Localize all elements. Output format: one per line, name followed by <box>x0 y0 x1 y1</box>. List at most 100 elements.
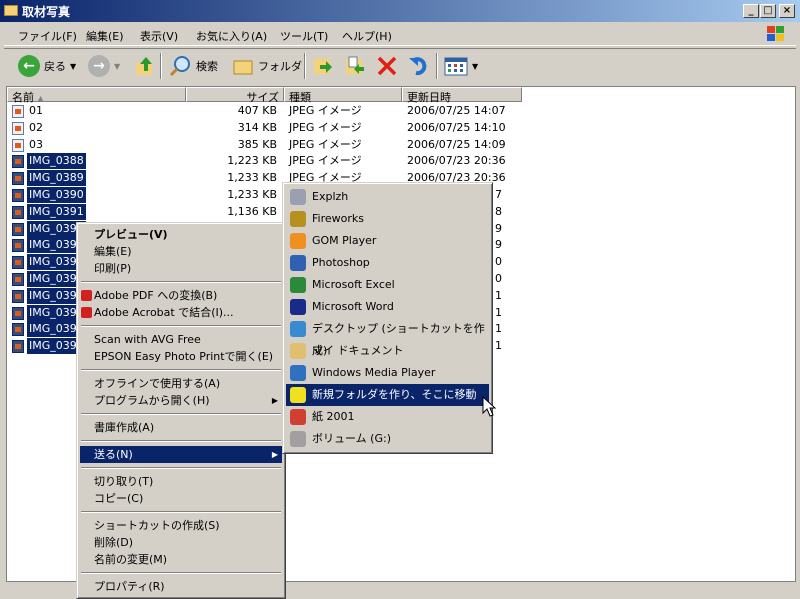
menu-5[interactable]: ヘルプ(H) <box>342 28 392 44</box>
file-date: 2006/07/25 14:09 <box>407 137 506 151</box>
context-menu-item[interactable]: プレビュー(V) <box>80 226 282 243</box>
context-menu-item[interactable]: プログラムから開く(H) ▶ <box>80 392 282 409</box>
send-to-item[interactable]: 新規フォルダを作り、そこに移動 <box>286 384 489 406</box>
context-menu-item[interactable]: コピー(C) <box>80 490 282 507</box>
views-button[interactable]: ▼ <box>444 53 478 79</box>
search-button[interactable]: 検索 <box>168 53 218 79</box>
menu-1[interactable]: 編集(E) <box>86 28 124 44</box>
send-to-item[interactable]: Windows Media Player <box>286 362 489 384</box>
search-icon <box>169 56 190 77</box>
menu-separator <box>81 413 281 415</box>
new-folder-icon <box>290 387 306 403</box>
up-folder-icon <box>136 57 152 75</box>
close-button[interactable]: × <box>779 4 795 18</box>
file-name: 03 <box>29 137 43 151</box>
send-to-item[interactable]: Photoshop <box>286 252 489 274</box>
folders-icon <box>233 60 253 75</box>
menu-separator <box>81 369 281 371</box>
drive-icon <box>290 431 306 447</box>
file-date-partial: 0 <box>495 255 502 269</box>
photoshop-icon <box>290 255 306 271</box>
send-to-item[interactable]: 紙 2001 <box>286 406 489 428</box>
jpeg-file-icon <box>12 239 24 253</box>
send-to-item[interactable]: Microsoft Excel <box>286 274 489 296</box>
file-row[interactable]: 02 314 KB JPEG イメージ 2006/07/25 14:10 <box>7 120 787 136</box>
minimize-button[interactable]: _ <box>743 4 759 18</box>
file-row[interactable]: IMG_0388 1,223 KB JPEG イメージ 2006/07/23 20:3… <box>7 153 787 170</box>
maximize-button[interactable]: □ <box>760 4 776 18</box>
context-menu: プレビュー(V) 編集(E) 印刷(P) Adobe PDF への変換(B) Adobe… <box>76 222 286 599</box>
context-menu-item[interactable]: Scan with AVG Free <box>80 331 282 348</box>
title-bar: 取材写真 <box>0 0 800 22</box>
file-row[interactable]: 03 385 KB JPEG イメージ 2006/07/25 14:09 <box>7 137 787 153</box>
forward-button[interactable]: → ▼ <box>88 53 120 79</box>
column-header-type[interactable]: 種類 <box>284 87 402 104</box>
context-menu-item[interactable]: 編集(E) <box>80 243 282 260</box>
media-player-icon <box>290 365 306 381</box>
menu-item-label: マイ ドキュメント <box>312 344 404 357</box>
menu-item-label: 印刷(P) <box>94 262 132 275</box>
menu-2[interactable]: 表示(V) <box>140 28 178 44</box>
menu-item-label: 紙 2001 <box>312 410 355 423</box>
menu-item-label: プログラムから開く(H) <box>94 394 210 407</box>
send-to-item[interactable]: Fireworks <box>286 208 489 230</box>
send-to-item[interactable]: マイ ドキュメント <box>286 340 489 362</box>
context-menu-item[interactable]: Adobe PDF への変換(B) <box>80 287 282 304</box>
back-button[interactable]: ← 戻る ▼ <box>18 53 76 79</box>
copy-to-button[interactable] <box>344 53 366 79</box>
context-menu-item[interactable]: 名前の変更(M) <box>80 551 282 568</box>
jpeg-file-icon <box>12 323 24 337</box>
context-menu-item[interactable]: 送る(N) ▶ <box>80 446 282 463</box>
context-menu-item[interactable]: 切り取り(T) <box>80 473 282 490</box>
mouse-cursor-icon <box>482 396 496 417</box>
folders-button[interactable]: フォルダ <box>232 53 302 79</box>
context-menu-item[interactable]: オフラインで使用する(A) <box>80 375 282 392</box>
my-documents-icon <box>290 343 306 359</box>
views-icon <box>444 57 468 76</box>
send-to-item[interactable]: ボリューム (G:) <box>286 428 489 450</box>
file-name: IMG_0388 <box>27 153 86 170</box>
send-to-item[interactable]: Microsoft Word <box>286 296 489 318</box>
move-to-button[interactable] <box>312 53 334 79</box>
toolbar-separator <box>304 53 306 79</box>
file-size: 385 KB <box>237 137 277 151</box>
context-menu-item[interactable]: 削除(D) <box>80 534 282 551</box>
toolbar-separator <box>160 53 162 79</box>
menu-item-label: 編集(E) <box>94 245 132 258</box>
file-date-partial: 1 <box>495 288 502 302</box>
jpeg-file-icon <box>12 205 24 219</box>
context-menu-item[interactable]: 書庫作成(A) <box>80 419 282 436</box>
up-folder-button[interactable] <box>134 53 156 79</box>
undo-button[interactable] <box>408 53 430 79</box>
file-name: IMG_0389 <box>27 170 86 187</box>
context-menu-item[interactable]: ショートカットの作成(S) <box>80 517 282 534</box>
menu-separator <box>81 572 281 574</box>
windows-logo-icon <box>764 24 788 44</box>
delete-button[interactable] <box>376 53 398 79</box>
menu-3[interactable]: お気に入り(A) <box>196 28 267 44</box>
context-menu-item[interactable]: EPSON Easy Photo Printで開く(E) <box>80 348 282 365</box>
delete-x-icon <box>377 56 397 76</box>
menu-item-label: ショートカットの作成(S) <box>94 519 220 532</box>
context-menu-item[interactable]: Adobe Acrobat で結合(I)... <box>80 304 282 321</box>
send-to-item[interactable]: デスクトップ (ショートカットを作成) <box>286 318 489 357</box>
jpeg-file-icon <box>12 273 24 286</box>
menu-item-label: オフラインで使用する(A) <box>94 377 221 390</box>
column-header-size[interactable]: サイズ <box>186 87 284 104</box>
send-to-item[interactable]: GOM Player <box>286 230 489 252</box>
column-header-name[interactable]: 名前 ▲ <box>7 87 186 104</box>
menu-4[interactable]: ツール(T) <box>280 28 328 44</box>
file-name: 01 <box>29 104 43 117</box>
file-row[interactable]: 01 407 KB JPEG イメージ 2006/07/25 14:07 <box>7 103 787 119</box>
menu-item-label: Windows Media Player <box>312 366 436 379</box>
column-header-date[interactable]: 更新日時 <box>402 87 522 104</box>
menu-item-label: GOM Player <box>312 234 377 247</box>
gom-player-icon <box>290 233 306 249</box>
file-type: JPEG イメージ <box>289 120 362 134</box>
menu-0[interactable]: ファイル(F) <box>18 28 77 44</box>
file-type: JPEG イメージ <box>289 154 362 168</box>
context-menu-item[interactable]: 印刷(P) <box>80 260 282 277</box>
word-icon <box>290 299 306 315</box>
send-to-item[interactable]: Explzh <box>286 186 489 208</box>
file-date-partial: 1 <box>495 305 502 319</box>
